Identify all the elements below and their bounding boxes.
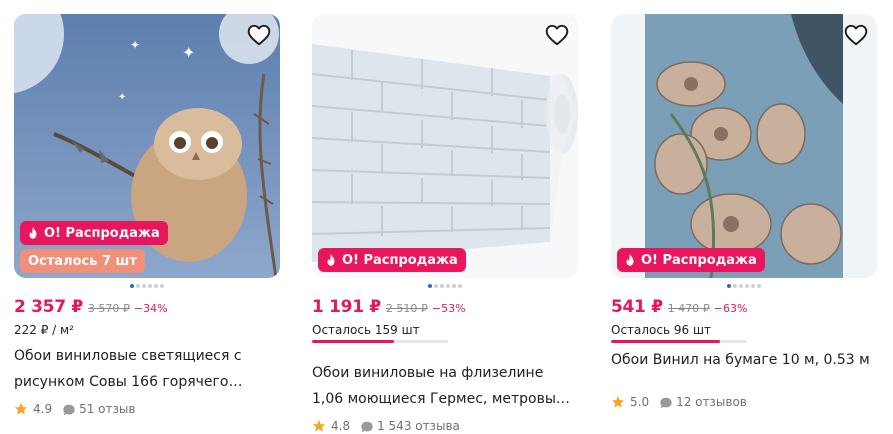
rating-row: 5.0 12 отзывов <box>611 395 747 409</box>
image-pagination[interactable] <box>14 283 280 289</box>
current-price: 1 191 ₽ <box>312 297 381 317</box>
star-icon <box>14 402 28 416</box>
old-price: 1 470 ₽ <box>667 302 710 315</box>
image-pagination[interactable] <box>312 283 578 289</box>
rating-value: 5.0 <box>630 395 650 409</box>
reviews-count[interactable]: 51 отзыв <box>79 402 135 416</box>
old-price: 3 570 ₽ <box>87 302 130 315</box>
stock-progress-fill <box>312 340 394 343</box>
product-title[interactable]: Обои виниловые на флизелине 1,06 моющиес… <box>312 360 578 412</box>
title-line[interactable]: рисунком Совы 166 горячего… <box>14 369 280 395</box>
product-card[interactable]: О! Распродажа 541 ₽ 1 470 ₽ −63% Осталос… <box>611 14 877 409</box>
sale-badge: О! Распродажа <box>318 248 466 272</box>
brick-wallpaper-image <box>312 14 578 278</box>
current-price: 2 357 ₽ <box>14 297 83 317</box>
favorite-button[interactable] <box>544 22 570 48</box>
favorite-button[interactable] <box>843 22 869 48</box>
old-price: 2 510 ₽ <box>385 302 428 315</box>
heart-icon <box>844 24 868 46</box>
title-line[interactable]: 1,06 моющиеся Гермес, метровые… <box>312 386 578 412</box>
stock-progress-bar <box>312 340 448 343</box>
star-icon <box>312 419 326 433</box>
discount: −53% <box>431 302 466 315</box>
sale-badge-label: О! Распродажа <box>641 252 757 268</box>
price-row: 541 ₽ 1 470 ₽ −63% <box>611 297 747 317</box>
stock-badge: Осталось 7 шт <box>20 249 145 273</box>
product-card[interactable]: О! Распродажа 1 191 ₽ 2 510 ₽ −53% Остал… <box>312 14 578 433</box>
comment-icon <box>360 420 373 433</box>
star-icon <box>611 395 625 409</box>
product-title[interactable]: Обои Винил на бумаге 10 м, 0.53 м <box>611 347 877 373</box>
sale-badge-label: О! Распродажа <box>44 225 160 241</box>
heart-icon <box>247 24 271 46</box>
rating-value: 4.8 <box>331 419 351 433</box>
product-image[interactable]: ✦ ✦ ✦ О! Распродажа Осталось 7 шт <box>14 14 280 278</box>
svg-text:✦: ✦ <box>182 43 195 62</box>
comment-icon <box>62 403 75 416</box>
sale-badge: О! Распродажа <box>617 248 765 272</box>
stock-progress-bar <box>611 340 747 343</box>
reviews-count[interactable]: 12 отзывов <box>676 395 747 409</box>
rating-row: 4.9 51 отзыв <box>14 402 135 416</box>
stock-progress-fill <box>611 340 720 343</box>
stock-badge-label: Осталось 7 шт <box>28 253 137 269</box>
stock-remaining: Осталось 159 шт <box>312 323 420 337</box>
fire-icon <box>26 226 40 240</box>
sale-badge: О! Распродажа <box>20 221 168 245</box>
sale-badge-label: О! Распродажа <box>342 252 458 268</box>
product-image[interactable]: О! Распродажа <box>312 14 578 278</box>
svg-text:✦: ✦ <box>130 38 140 52</box>
current-price: 541 ₽ <box>611 297 663 317</box>
title-line[interactable]: Обои Винил на бумаге 10 м, 0.53 м <box>611 347 877 373</box>
comment-icon <box>659 396 672 409</box>
image-pagination[interactable] <box>611 283 877 289</box>
svg-text:✦: ✦ <box>118 92 126 103</box>
price-row: 2 357 ₽ 3 570 ₽ −34% <box>14 297 168 317</box>
rating-row: 4.8 1 543 отзыва <box>312 419 460 433</box>
product-image[interactable]: О! Распродажа <box>611 14 877 278</box>
title-line[interactable]: Обои виниловые на флизелине <box>312 360 578 386</box>
rating-value: 4.9 <box>33 402 53 416</box>
product-card[interactable]: ✦ ✦ ✦ О! Распродажа Осталось 7 шт 2 357 … <box>14 14 280 416</box>
price-row: 1 191 ₽ 2 510 ₽ −53% <box>312 297 466 317</box>
title-line[interactable]: Обои виниловые светящиеся с <box>14 343 280 369</box>
stock-remaining: Осталось 96 шт <box>611 323 711 337</box>
product-title[interactable]: Обои виниловые светящиеся с рисунком Сов… <box>14 343 280 395</box>
unit-price: 222 ₽ / м² <box>14 323 74 337</box>
fire-icon <box>623 253 637 267</box>
orchid-wallpaper-image <box>611 14 877 278</box>
discount: −34% <box>133 302 168 315</box>
heart-icon <box>545 24 569 46</box>
discount: −63% <box>713 302 748 315</box>
fire-icon <box>324 253 338 267</box>
reviews-count[interactable]: 1 543 отзыва <box>377 419 460 433</box>
favorite-button[interactable] <box>246 22 272 48</box>
